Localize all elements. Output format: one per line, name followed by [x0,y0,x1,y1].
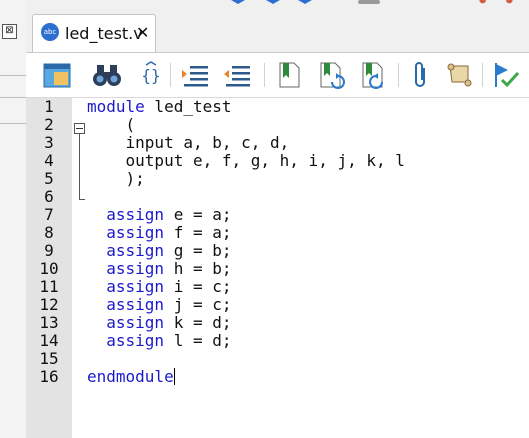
code-line: ( [87,115,136,134]
line-number: 5 [44,169,54,188]
keyword: assign [87,313,165,332]
code-line: assign j = c; [87,295,232,314]
fold-collapse-icon[interactable] [74,123,85,134]
indent-increase-icon[interactable] [180,60,210,90]
line-number: 12 [39,295,59,314]
text-caret [173,368,175,385]
divider [0,97,26,98]
line-number: 14 [39,331,59,350]
keyword: module [87,97,145,116]
bookmark-next-icon[interactable] [316,60,346,90]
line-number: 3 [44,133,54,152]
code-text: k = d; [164,313,232,332]
code-text: l = d; [164,331,232,350]
check-flag-icon[interactable] [492,60,522,90]
code-text: f = a; [164,223,232,242]
line-number: 9 [44,241,54,260]
line-number: 16 [39,367,59,386]
code-line: input a, b, c, d, [87,133,290,152]
code-text: led_test [144,97,232,116]
code-line: assign e = a; [87,205,232,224]
line-number: 2 [44,115,54,134]
keyword: assign [87,331,165,350]
code-line: assign i = c; [87,277,232,296]
keyword: assign [87,241,165,260]
code-text: ( [87,115,136,134]
code-line: assign k = d; [87,313,232,332]
code-line: output e, f, g, h, i, j, k, l [87,152,405,170]
braces-icon[interactable]: {} [136,60,166,90]
code-line: assign f = a; [87,223,232,242]
window-layout-icon[interactable] [42,60,72,90]
keyword: assign [87,205,165,224]
partial-gray-icon [358,0,380,4]
line-number: 10 [39,259,59,278]
tab-close-icon[interactable]: ✕ [136,23,149,42]
bookmark-previous-icon[interactable] [358,60,388,90]
line-number: 7 [44,205,54,224]
panel-close-icon[interactable]: ⊠ [2,24,17,39]
code-text: input a, b, c, d, [87,133,290,152]
svg-text:{}: {} [141,66,160,85]
fold-guide-line [79,134,80,200]
code-text: ); [87,169,145,188]
tab-label: led_test.v [65,24,143,43]
toolbar-separator [264,63,265,87]
keyword: endmodule [87,367,174,386]
fold-guide-end [79,199,85,200]
code-line: assign l = d; [87,331,232,350]
code-line: module led_test [87,98,232,116]
code-text: j = c; [164,295,232,314]
scroll-icon[interactable] [444,60,474,90]
left-panel-strip: ⊠ [0,0,27,438]
line-number: 13 [39,313,59,332]
editor-toolbar: {} [26,53,529,98]
code-line: assign g = b; [87,241,232,260]
line-number: 1 [44,97,54,116]
bookmark-icon[interactable] [274,60,304,90]
keyword: assign [87,259,165,278]
code-line: ); [87,170,145,188]
line-number: 15 [39,349,59,368]
fold-margin [72,98,86,438]
keyword: assign [87,277,165,296]
partial-toolbar-icons [231,0,312,4]
toolbar-separator [398,63,399,87]
line-number: 8 [44,223,54,242]
code-line: assign h = b; [87,259,232,278]
toolbar-separator [482,63,483,87]
line-number: 4 [44,151,54,170]
code-text: output e, f, g, h, i, j, k, l [87,151,405,170]
code-text: i = c; [164,277,232,296]
line-number: 6 [44,187,54,206]
indent-decrease-icon[interactable] [222,60,252,90]
code-text: e = a; [164,205,232,224]
code-text: g = b; [164,241,232,260]
divider [0,123,26,124]
keyword: assign [87,223,165,242]
toolbar-separator [170,63,171,87]
find-binoculars-icon[interactable] [92,60,122,90]
keyword: assign [87,295,165,314]
partial-red-icons [479,0,513,4]
verilog-file-icon: abc [41,23,59,41]
code-text: h = b; [164,259,232,278]
paperclip-icon[interactable] [406,60,436,90]
tab-led-test[interactable]: abc led_test.v ✕ [32,14,156,52]
code-line: endmodule [87,368,175,386]
line-number: 11 [39,277,59,296]
divider [0,75,26,76]
